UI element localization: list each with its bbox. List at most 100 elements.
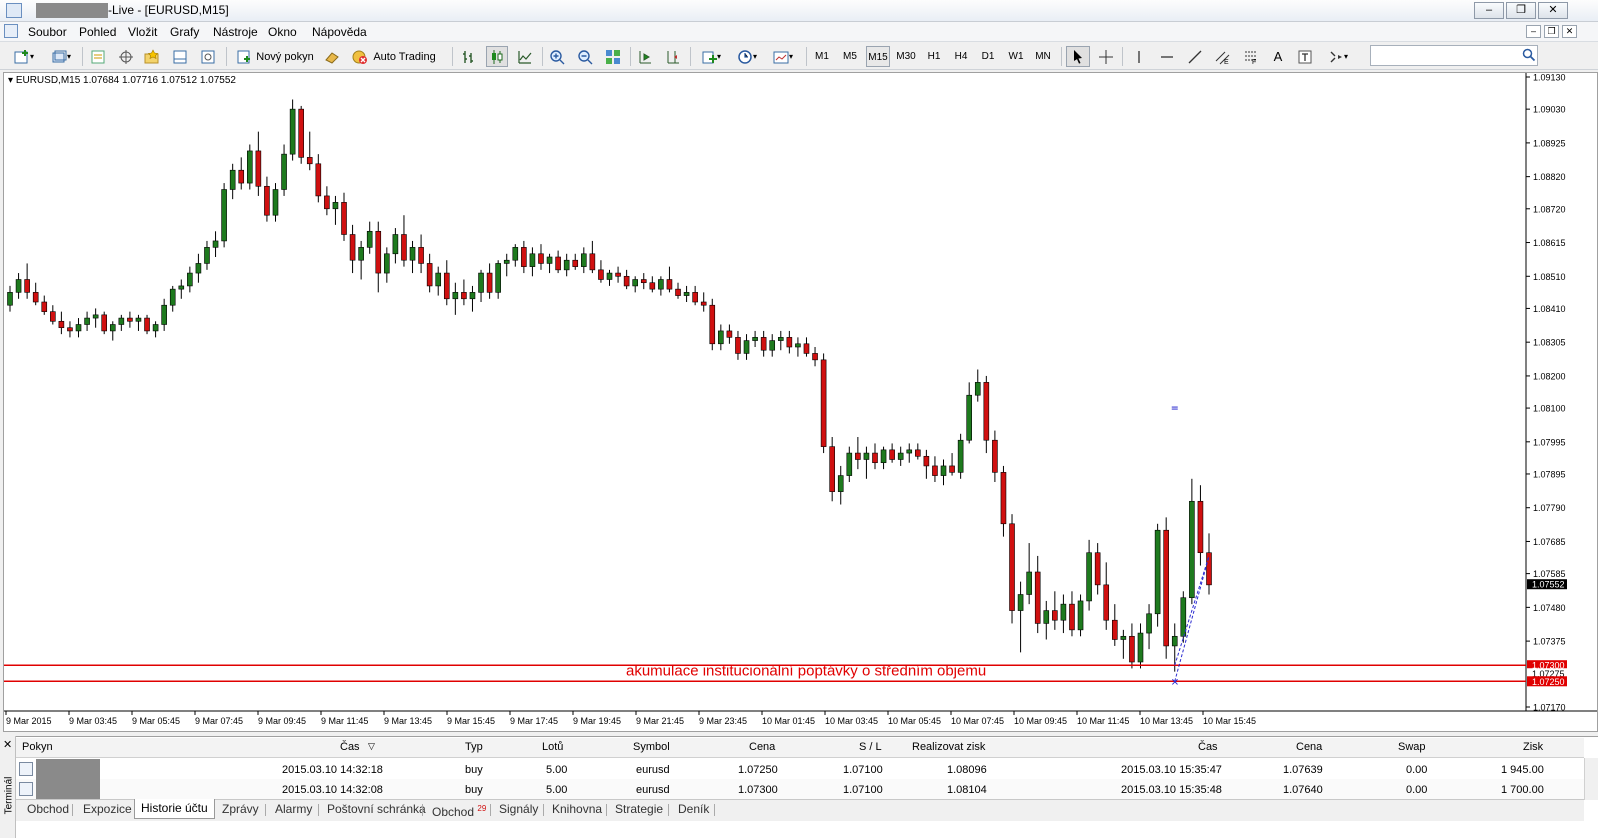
candle-body bbox=[221, 189, 227, 242]
menu-napoveda[interactable]: Nápověda bbox=[312, 25, 367, 39]
col-symbol[interactable]: Symbol bbox=[633, 741, 670, 753]
horizontal-line-button[interactable] bbox=[1156, 46, 1178, 67]
bar-chart-button[interactable] bbox=[458, 46, 480, 67]
tab-zpravy[interactable]: Zprávy bbox=[216, 801, 265, 819]
close-button[interactable]: ✕ bbox=[1538, 2, 1568, 19]
profiles-button[interactable]: ▾ bbox=[46, 46, 76, 67]
tab-obchod[interactable]: Obchod bbox=[21, 801, 75, 819]
menu-grafy[interactable]: Grafy bbox=[170, 25, 199, 39]
candle-body bbox=[418, 247, 424, 264]
col-pokyn[interactable]: Pokyn bbox=[22, 741, 53, 753]
table-row[interactable] bbox=[16, 779, 1584, 799]
col-cena[interactable]: Cena bbox=[749, 741, 775, 753]
menu-pohled[interactable]: Pohled bbox=[79, 25, 116, 39]
timeframe-h1[interactable]: H1 bbox=[922, 46, 946, 67]
menu-nastroje[interactable]: Nástroje bbox=[213, 25, 258, 39]
price-tick-label: 1.08720 bbox=[1533, 204, 1566, 214]
market-watch-button[interactable] bbox=[88, 46, 108, 67]
zoom-out-button[interactable] bbox=[574, 46, 596, 67]
timeframe-h4[interactable]: H4 bbox=[949, 46, 973, 67]
timeframe-m1[interactable]: M1 bbox=[810, 46, 834, 67]
price-chart[interactable]: 1.09130 1.09030 1.08925 1.08820 1.08720 1.086… bbox=[4, 73, 1597, 731]
cell-close-time: 2015.03.10 15:35:47 bbox=[1121, 764, 1222, 776]
text-label-button[interactable] bbox=[1294, 46, 1316, 67]
auto-trading-button[interactable]: Auto Trading bbox=[348, 46, 440, 67]
terminal-close-icon[interactable]: ✕ bbox=[3, 738, 12, 751]
candle-body bbox=[366, 230, 373, 248]
timeframe-w1[interactable]: W1 bbox=[1004, 46, 1028, 67]
table-scrollbar[interactable] bbox=[1584, 758, 1598, 800]
templates-button[interactable]: ▾ bbox=[768, 46, 798, 67]
col-cas[interactable]: Čas bbox=[340, 741, 360, 753]
menu-vlozit[interactable]: Vložit bbox=[128, 25, 157, 39]
indicators-button[interactable]: ▾ bbox=[696, 46, 726, 67]
maximize-button[interactable]: ❐ bbox=[1506, 2, 1536, 19]
mdi-close-icon[interactable]: ✕ bbox=[1562, 25, 1577, 38]
mdi-minimize-icon[interactable]: – bbox=[1526, 25, 1541, 38]
terminal-button[interactable] bbox=[170, 46, 190, 67]
equidistant-channel-button[interactable]: E bbox=[1212, 46, 1234, 67]
col-sl[interactable]: S / L bbox=[859, 741, 882, 753]
tab-obchod-signals[interactable]: Obchod 29 bbox=[426, 801, 492, 819]
crosshair-tool-button[interactable] bbox=[1095, 46, 1117, 67]
text-tool-button[interactable]: A bbox=[1268, 46, 1288, 67]
col-typ[interactable]: Typ bbox=[465, 741, 483, 753]
timeframe-d1[interactable]: D1 bbox=[976, 46, 1000, 67]
mdi-restore-icon[interactable]: ❐ bbox=[1544, 25, 1559, 38]
fibonacci-button[interactable]: F bbox=[1240, 46, 1262, 67]
candle-body bbox=[974, 382, 981, 396]
new-chart-button[interactable]: ▾ bbox=[8, 46, 40, 67]
auto-trading-icon bbox=[352, 50, 368, 64]
minimize-button[interactable]: – bbox=[1474, 2, 1504, 19]
metaeditor-button[interactable] bbox=[322, 46, 342, 67]
auto-scroll-button[interactable] bbox=[634, 46, 656, 67]
timeframe-m5[interactable]: M5 bbox=[838, 46, 862, 67]
candle-body bbox=[992, 439, 998, 473]
sort-marker-icon[interactable]: ▽ bbox=[368, 741, 375, 752]
line-chart-button[interactable] bbox=[514, 46, 536, 67]
candle-body bbox=[1043, 610, 1050, 624]
periods-button[interactable]: ▾ bbox=[732, 46, 762, 67]
tab-knihovna[interactable]: Knihovna bbox=[546, 801, 608, 819]
col-realizovat-zisk[interactable]: Realizovat zisk bbox=[912, 741, 985, 753]
chart-shift-button[interactable] bbox=[662, 46, 684, 67]
cursor-tool-button[interactable] bbox=[1066, 46, 1090, 67]
candle-body bbox=[1000, 472, 1007, 525]
table-row[interactable] bbox=[16, 759, 1584, 779]
chart-window-icon[interactable] bbox=[4, 24, 18, 38]
chart-window[interactable]: 1.09130 1.09030 1.08925 1.08820 1.08720 1.086… bbox=[3, 72, 1598, 732]
candle-body bbox=[743, 340, 750, 354]
cell-price: 1.07250 bbox=[738, 764, 778, 776]
col-zisk[interactable]: Zisk bbox=[1523, 741, 1543, 753]
menu-soubor[interactable]: Soubor bbox=[28, 25, 67, 39]
navigator-button[interactable] bbox=[142, 46, 162, 67]
col-lotu[interactable]: Lotů bbox=[542, 741, 563, 753]
col-cas-close[interactable]: Čas bbox=[1198, 741, 1218, 753]
menu-okno[interactable]: Okno bbox=[268, 25, 297, 39]
tab-denik[interactable]: Deník bbox=[672, 801, 715, 819]
tester-button[interactable] bbox=[198, 46, 218, 67]
vertical-line-button[interactable] bbox=[1128, 46, 1150, 67]
candlestick-chart-button[interactable] bbox=[486, 46, 508, 67]
candle-body bbox=[966, 394, 973, 441]
col-cena-close[interactable]: Cena bbox=[1296, 741, 1322, 753]
timeframe-m15[interactable]: M15 bbox=[866, 46, 890, 67]
timeframe-mn[interactable]: MN bbox=[1031, 46, 1055, 67]
tab-expozice[interactable]: Expozice bbox=[77, 801, 138, 819]
trendline-button[interactable] bbox=[1184, 46, 1206, 67]
data-window-button[interactable] bbox=[116, 46, 136, 67]
zoom-in-button[interactable] bbox=[546, 46, 568, 67]
timeframe-m30[interactable]: M30 bbox=[894, 46, 918, 67]
search-icon[interactable] bbox=[1522, 48, 1536, 62]
tab-postovni-schranka[interactable]: Poštovní schránka bbox=[321, 801, 432, 819]
tab-signaly[interactable]: Signály bbox=[493, 801, 544, 819]
search-input[interactable] bbox=[1370, 45, 1538, 66]
tab-historie-uctu[interactable]: Historie účtu bbox=[134, 799, 215, 819]
tab-alarmy[interactable]: Alarmy bbox=[269, 801, 318, 819]
arrows-button[interactable]: ▾ bbox=[1322, 46, 1354, 67]
tab-strategie[interactable]: Strategie bbox=[609, 801, 669, 819]
candle-body bbox=[1163, 529, 1169, 647]
new-order-button[interactable]: Nový pokyn bbox=[232, 46, 318, 67]
col-swap[interactable]: Swap bbox=[1398, 741, 1426, 753]
tile-windows-button[interactable] bbox=[602, 46, 624, 67]
